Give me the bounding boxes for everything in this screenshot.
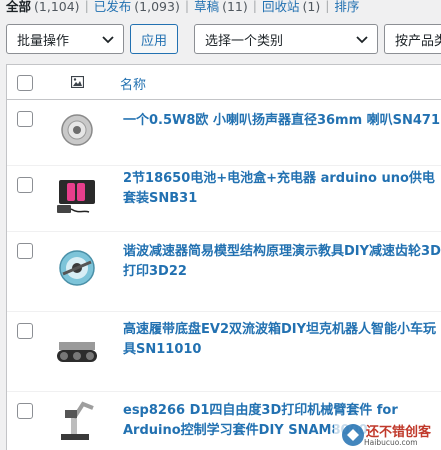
product-thumbnail[interactable] <box>53 106 101 154</box>
table-row: 谐波减速器简易模型结构原理演示教具DIY减速齿轮3D打印3D22 <box>7 232 441 312</box>
product-title-link[interactable]: 一个0.5W8欧 小喇叭扬声器直径36mm 喇叭SN471 <box>123 111 441 131</box>
row-checkbox[interactable] <box>17 243 33 259</box>
product-type-value: 按产品类 <box>395 33 441 49</box>
products-table: 名称 一个0.5W8欧 小喇叭扬声器直径36mm 喇叭SN471 2节18650… <box>6 64 441 450</box>
product-type-select[interactable]: 按产品类 <box>384 24 441 54</box>
product-thumbnail[interactable] <box>53 244 101 292</box>
product-thumbnail[interactable] <box>53 396 101 444</box>
product-title-link[interactable]: 谐波减速器简易模型结构原理演示教具DIY减速齿轮3D打印3D22 <box>123 242 441 282</box>
filter-published-label: 已发布 <box>93 0 132 14</box>
filter-separator: | <box>252 0 257 13</box>
apply-button[interactable]: 应用 <box>130 24 178 54</box>
filter-separator: | <box>184 0 190 13</box>
product-thumbnail[interactable] <box>53 170 101 218</box>
category-value: 选择一个类别 <box>205 33 284 49</box>
row-checkbox[interactable] <box>17 177 33 193</box>
bulk-action-value: 批量操作 <box>17 33 70 49</box>
chevron-down-icon <box>356 36 368 44</box>
filter-all-count: (1,104) <box>34 0 80 14</box>
filter-trash-label: 回收站 <box>261 0 300 14</box>
filter-separator: | <box>325 0 330 13</box>
filter-published[interactable]: 已发布 (1,093) <box>94 0 180 15</box>
table-row: 一个0.5W8欧 小喇叭扬声器直径36mm 喇叭SN471 <box>7 100 441 166</box>
status-filter-bar: 全部 (1,104) | 已发布 (1,093) | 草稿 (11) | 回收站 (1)… <box>6 0 359 14</box>
filter-published-count: (1,093) <box>134 0 180 14</box>
filter-separator: | <box>84 0 89 13</box>
filter-trash[interactable]: 回收站 (1) <box>262 0 320 15</box>
table-row: 2节18650电池+电池盒+充电器 arduino uno供电套装SNB31 <box>7 166 441 232</box>
filter-trash-count: (1) <box>302 0 321 14</box>
table-header: 名称 <box>7 65 441 100</box>
row-checkbox[interactable] <box>17 111 33 127</box>
row-checkbox[interactable] <box>17 403 33 419</box>
filter-all-label: 全部 <box>6 0 32 14</box>
bulk-action-select[interactable]: 批量操作 <box>6 24 124 54</box>
table-row: 高速履带底盘EV2双流波箱DIY坦克机器人智能小车玩具SN11010 <box>7 312 441 392</box>
product-thumbnail[interactable] <box>53 326 101 374</box>
column-header-name[interactable]: 名称 <box>120 74 146 93</box>
chevron-down-icon <box>102 36 114 44</box>
product-title-link[interactable]: 高速履带底盘EV2双流波箱DIY坦克机器人智能小车玩具SN11010 <box>123 320 441 360</box>
filter-drafts-count: (11) <box>222 0 248 14</box>
filter-drafts[interactable]: 草稿 (11) <box>194 0 248 15</box>
product-title-link[interactable]: 2节18650电池+电池盒+充电器 arduino uno供电套装SNB31 <box>123 169 441 209</box>
select-all-checkbox[interactable] <box>17 75 33 91</box>
image-icon <box>71 76 84 88</box>
filter-sorting-label: 排序 <box>334 0 360 14</box>
category-select[interactable]: 选择一个类别 <box>194 24 378 54</box>
row-checkbox[interactable] <box>17 323 33 339</box>
watermark-subtext: Haibucuo.com <box>364 438 418 447</box>
filter-drafts-label: 草稿 <box>194 0 220 14</box>
filter-all[interactable]: 全部 (1,104) <box>6 0 80 15</box>
filter-sorting[interactable]: 排序 <box>334 0 359 15</box>
